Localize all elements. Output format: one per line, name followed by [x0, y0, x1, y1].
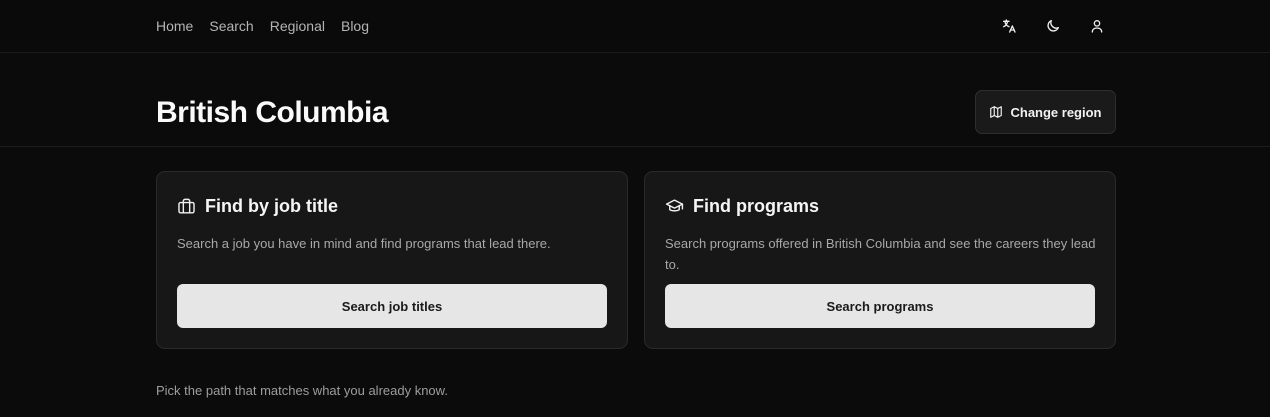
- search-programs-button[interactable]: Search programs: [665, 284, 1095, 328]
- card-description: Search a job you have in mind and find p…: [177, 236, 551, 251]
- top-navbar: Home Search Regional Blog: [0, 0, 1270, 53]
- nav-link-search[interactable]: Search: [209, 18, 253, 34]
- user-icon: [1091, 20, 1103, 33]
- nav-link-blog[interactable]: Blog: [341, 18, 369, 34]
- graduation-cap-icon: [665, 199, 684, 212]
- briefcase-icon: [178, 198, 195, 214]
- theme-toggle-button[interactable]: [1036, 9, 1070, 43]
- translate-icon: [1003, 19, 1016, 33]
- moon-icon: [1047, 20, 1059, 32]
- account-button[interactable]: [1080, 9, 1114, 43]
- page-title: British Columbia: [156, 96, 389, 129]
- nav-link-regional[interactable]: Regional: [270, 18, 325, 34]
- card-title: Find by job title: [205, 196, 338, 216]
- search-job-titles-button[interactable]: Search job titles: [177, 284, 607, 328]
- map-icon: [990, 106, 1003, 118]
- language-button[interactable]: [992, 9, 1026, 43]
- programs-card: Find programs Search programs offered in…: [644, 171, 1116, 349]
- change-region-button[interactable]: Change region: [975, 90, 1116, 134]
- card-description: Search programs offered in British Colum…: [665, 236, 1096, 272]
- nav-link-home[interactable]: Home: [156, 18, 193, 34]
- main-nav: Home Search Regional Blog: [156, 0, 369, 52]
- card-header: Find programs: [665, 196, 819, 217]
- top-actions: [992, 0, 1114, 52]
- change-region-label: Change region: [1010, 104, 1102, 120]
- footer-hint: Pick the path that matches what you alre…: [156, 383, 448, 398]
- job-title-card: Find by job title Search a job you have …: [156, 171, 628, 349]
- card-title: Find programs: [693, 196, 820, 216]
- card-header: Find by job title: [177, 196, 338, 217]
